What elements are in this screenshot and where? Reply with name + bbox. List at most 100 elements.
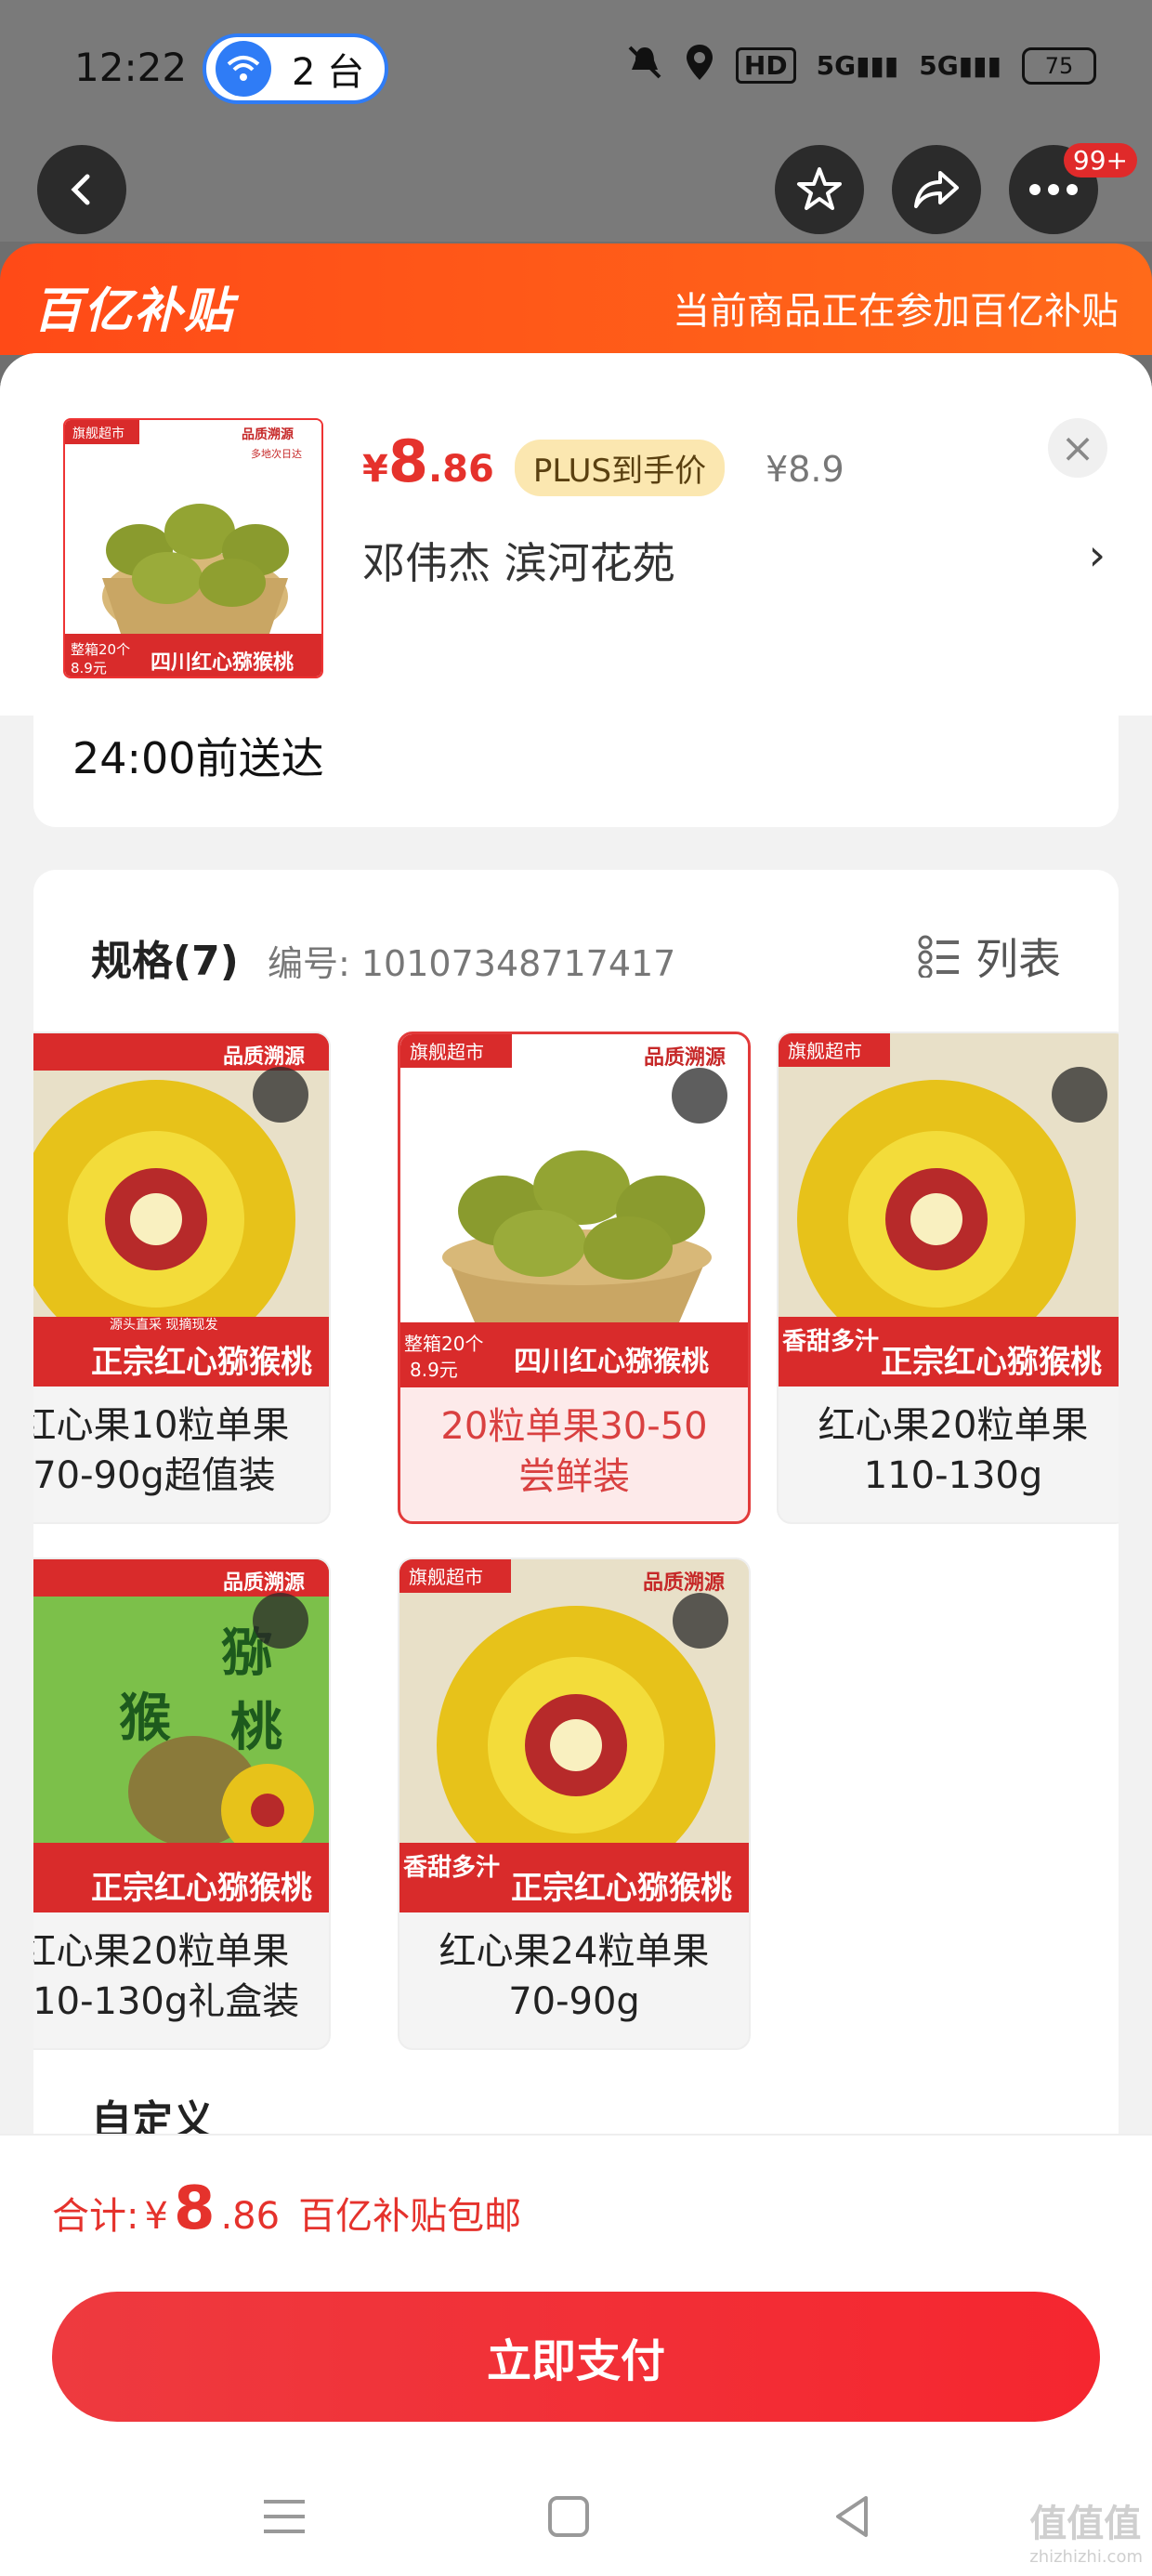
total-bar: 合计: ¥8.86 百亿补贴包邮 (0, 2134, 1152, 2275)
thumb-tag: 品质溯源 (242, 427, 294, 442)
price-row: ¥8.86 PLUS到手价 ¥8.9 (362, 427, 844, 496)
svg-text:桃: 桃 (230, 1697, 282, 1758)
zoom-icon[interactable] (253, 1593, 308, 1649)
option-line2: 110-130g礼盒装 (33, 1980, 300, 2023)
price-symbol: ¥ (362, 448, 388, 491)
opt-title-4: 正宗红心猕猴桃 (91, 1870, 312, 1907)
spec-option[interactable]: 品质溯源 猕 猴 桃 正宗红心猕猴桃 红心果20粒单果 110-130g礼盒装 (33, 1557, 331, 2050)
subsidy-banner: 百亿补贴 当前商品正在参加百亿补贴 (0, 243, 1152, 355)
delivery-time: 24:00前送达 (72, 733, 324, 783)
opt-tag-4: 品质溯源 (223, 1571, 305, 1595)
spec-sheet: 旗舰超市 品质溯源 多地次日达 整箱20个 8.9元 四川红心猕猴桃 ¥8.86… (0, 353, 1152, 2171)
watermark-sub: zhizhizhi.com (1029, 2547, 1143, 2567)
opt-bottom-title: 四川红心猕猴桃 (514, 1346, 709, 1378)
option-line1: 20粒单果30-50 (440, 1405, 708, 1448)
subsidy-logo: 百亿补贴 (33, 283, 235, 339)
zoom-icon[interactable] (673, 1593, 728, 1649)
thumb-bottom-price: 8.9元 (71, 660, 107, 677)
opt-title: 正宗红心猕猴桃 (91, 1344, 312, 1381)
option-label: 20粒单果30-50 尝鲜装 (400, 1401, 748, 1502)
opt-sweet: 香甜多汁 (782, 1328, 879, 1356)
total-label: 合计: (52, 2195, 139, 2238)
wifi-cast-icon (216, 41, 271, 97)
opt-title-5: 正宗红心猕猴桃 (511, 1870, 732, 1907)
option-label: 红心果24粒单果 70-90g (399, 1926, 749, 2027)
spec-code: 编号: 10107348717417 (268, 943, 676, 984)
notification-badge: 99+ (1063, 143, 1137, 177)
zoom-icon[interactable] (672, 1068, 727, 1124)
mute-icon (626, 44, 663, 87)
spec-title: 规格(7) (91, 938, 239, 985)
chevron-right-icon[interactable]: › (1089, 530, 1106, 580)
option-line2: 70-90g超值装 (33, 1454, 276, 1497)
option-line1: 红心果20粒单果 (33, 1930, 290, 1973)
list-icon (918, 935, 959, 978)
share-button[interactable] (892, 145, 981, 234)
zoom-icon[interactable] (1052, 1067, 1107, 1123)
spec-option-selected[interactable]: 旗舰超市 品质溯源 整箱20个 8.9元 四川红心猕猴桃 20粒单果30-50 尝… (398, 1032, 751, 1524)
option-line1: 红心果10粒单果 (33, 1404, 290, 1447)
option-line2: 尝鲜装 (518, 1455, 630, 1498)
menu-icon[interactable] (256, 2489, 312, 2544)
subsidy-note: 当前商品正在参加百亿补贴 (673, 290, 1119, 333)
price-int: 8 (387, 427, 428, 495)
thumb-badge: 旗舰超市 (72, 426, 124, 441)
cast-pill[interactable]: 2 台 (203, 33, 388, 104)
total-symbol: ¥ (144, 2195, 168, 2238)
price-dec: .86 (427, 448, 494, 491)
close-button[interactable]: × (1048, 418, 1107, 478)
signal-5g-icon-2: 5G▮▮▮ (919, 50, 1001, 81)
list-label: 列表 (975, 934, 1061, 984)
opt-title-3: 正宗红心猕猴桃 (881, 1344, 1102, 1381)
system-nav-bar (0, 2479, 1152, 2572)
spec-option[interactable]: 品质溯源 源头直采 现摘现发 正宗红心猕猴桃 红心果10粒单果 70-90g超值装 (33, 1032, 331, 1524)
product-thumbnail: 旗舰超市 品质溯源 多地次日达 整箱20个 8.9元 四川红心猕猴桃 (63, 418, 323, 678)
option-label: 红心果20粒单果 110-130g礼盒装 (33, 1926, 329, 2027)
net-5g-label-2: 5G (919, 50, 959, 81)
opt-sweet-5: 香甜多汁 (403, 1854, 500, 1882)
list-view-toggle[interactable]: 列表 (918, 926, 1061, 987)
delivery-address[interactable]: 邓伟杰 滨河花苑 (362, 530, 675, 591)
status-icons: HD 5G▮▮▮ 5G▮▮▮ 75 (626, 43, 1096, 88)
opt-badge-5: 旗舰超市 (409, 1566, 483, 1588)
pay-now-button[interactable]: 立即支付 (52, 2292, 1100, 2422)
net-5g-label: 5G (816, 50, 857, 81)
home-icon[interactable] (541, 2489, 596, 2544)
zoom-icon[interactable] (253, 1067, 308, 1123)
watermark: 值值值 zhizhizhi.com (1029, 2493, 1143, 2567)
spec-option[interactable]: 旗舰超市 香甜多汁 正宗红心猕猴桃 红心果20粒单果 110-130g (777, 1032, 1119, 1524)
plus-price: ¥8.86 (362, 427, 494, 495)
option-line1: 红心果20粒单果 (818, 1404, 1089, 1447)
kiwi-basket-image: 旗舰超市 品质溯源 多地次日达 整箱20个 8.9元 四川红心猕猴桃 (65, 420, 321, 677)
thumb-bottom-title: 四川红心猕猴桃 (151, 651, 294, 675)
option-line1: 红心果24粒单果 (439, 1930, 710, 1973)
opt-tag-2: 品质溯源 (644, 1045, 726, 1070)
back-triangle-icon[interactable] (825, 2489, 881, 2544)
back-button[interactable] (37, 145, 126, 234)
top-nav: 99+ (0, 139, 1152, 242)
battery-icon: 75 (1022, 46, 1096, 85)
total-text: 合计: ¥8.86 百亿补贴包邮 (52, 2175, 521, 2243)
thumb-bottom-left: 整箱20个 (71, 641, 130, 658)
total-note: 百亿补贴包邮 (298, 2195, 522, 2238)
option-label: 红心果10粒单果 70-90g超值装 (33, 1400, 329, 1501)
delivery-card: 24:00前送达 (33, 716, 1119, 827)
status-bar: 12:22 2 台 HD 5G▮▮▮ 5G▮▮▮ 75 (0, 0, 1152, 139)
opt-badge-3: 旗舰超市 (788, 1040, 862, 1062)
svg-text:猴: 猴 (119, 1688, 171, 1749)
spec-card: 规格(7) 编号: 10107348717417 列表 品质溯源 源头直采 现摘… (33, 870, 1119, 2171)
option-line2: 110-130g (863, 1454, 1043, 1497)
watermark-text: 值值值 (1029, 2503, 1142, 2545)
favorite-button[interactable] (775, 145, 864, 234)
total-int: 8 (173, 2175, 216, 2243)
status-time: 12:22 (74, 45, 188, 90)
option-line2: 70-90g (508, 1980, 640, 2023)
opt-strip: 源头直采 现摘现发 (110, 1317, 217, 1333)
back-arrow-icon (71, 174, 90, 205)
cast-count: 2 台 (292, 51, 365, 94)
location-icon (684, 43, 715, 88)
spec-option[interactable]: 旗舰超市 品质溯源 香甜多汁 正宗红心猕猴桃 红心果24粒单果 70-90g (398, 1557, 751, 2050)
thumb-tag2: 多地次日达 (251, 447, 302, 460)
opt-bottom-left: 整箱20个 (404, 1333, 483, 1355)
more-dots-icon (1029, 184, 1078, 195)
